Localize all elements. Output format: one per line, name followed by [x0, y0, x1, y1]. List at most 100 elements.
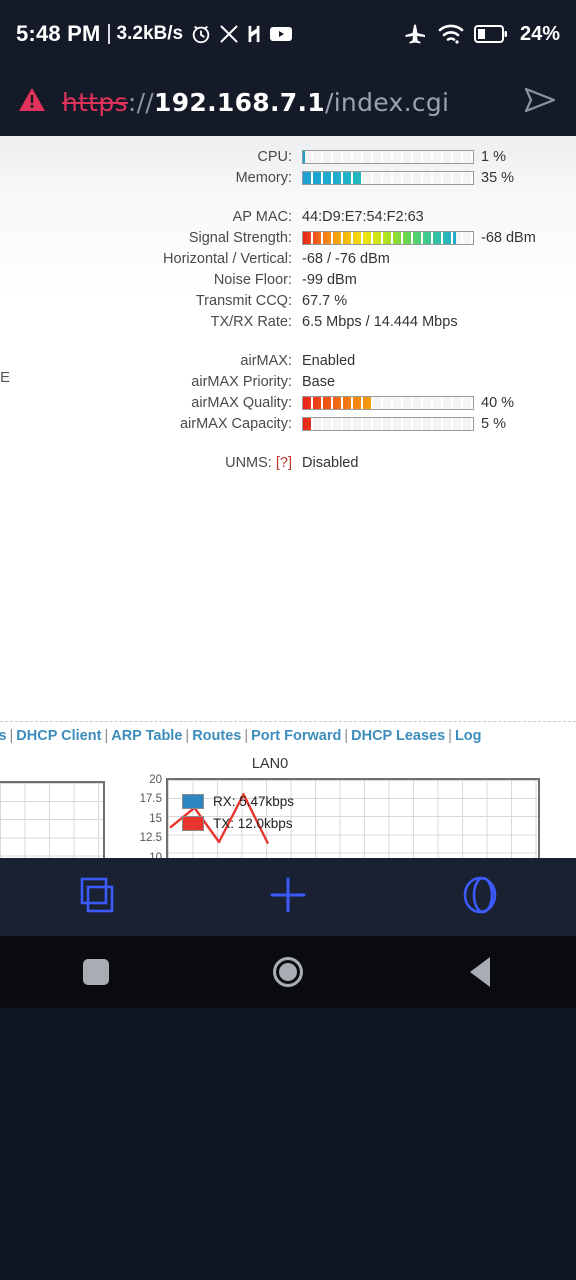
row-label: TX/RX Rate: — [210, 313, 292, 330]
row-label: Memory: — [235, 169, 292, 186]
row-label: Signal Strength: — [188, 229, 292, 246]
plus-icon — [266, 873, 310, 922]
chart-title: LAN0 — [251, 756, 289, 772]
status-bar-right: 24% — [404, 22, 560, 46]
airmax-capacity-value: 5 % — [481, 415, 506, 432]
new-tab-button[interactable] — [228, 873, 348, 922]
row-label: airMAX Priority: — [191, 373, 292, 390]
x-twitter-icon — [219, 24, 239, 44]
horizontal-vertical-value: -68 / -76 dBm — [302, 250, 390, 267]
nav-link-routes[interactable]: Routes — [192, 728, 241, 744]
row-value: 5 % — [302, 416, 506, 432]
legend-swatch-tx — [182, 815, 204, 831]
table-row: airMAX: Enabled — [0, 350, 576, 371]
table-row: AP MAC: 44:D9:E7:54:F2:63 — [0, 206, 576, 227]
home-circle-icon — [273, 957, 303, 987]
table-row: Horizontal / Vertical: -68 / -76 dBm — [0, 248, 576, 269]
legend-item-tx: TX: 12.0kbps — [182, 812, 294, 834]
ap-mac-value: 44:D9:E7:54:F2:63 — [302, 208, 424, 225]
url-host: 192.168.7.1 — [154, 87, 325, 117]
chart-body: 2017.51512.5107.552.5kbps 0 RX: 5.47kbps… — [130, 774, 550, 859]
nav-link-port-forward[interactable]: Port Forward — [251, 728, 341, 744]
tabs-button[interactable] — [36, 873, 156, 922]
status-bar-left: 5:48 PM 3.2kB/s — [16, 21, 293, 47]
row-label: airMAX Capacity: — [179, 415, 292, 432]
airmax-quality-bar — [302, 395, 474, 410]
lan0-traffic-chart: LAN0 2017.51512.5107.552.5kbps 0 RX: 5.4… — [130, 756, 550, 858]
cpu-progress-bar — [302, 149, 474, 164]
send-arrow-icon[interactable] — [522, 85, 558, 120]
row-spacer — [0, 434, 576, 452]
table-row: Transmit CCQ: 67.7 % — [0, 290, 576, 311]
legend-label-tx: TX: 12.0kbps — [213, 815, 293, 831]
row-label: Noise Floor: — [213, 271, 292, 288]
chart-y-axis: 2017.51512.5107.552.5kbps 0 — [130, 774, 166, 859]
back-triangle-icon — [470, 957, 490, 987]
memory-progress-bar — [302, 170, 474, 185]
table-row: airMAX Priority: Base — [0, 371, 576, 392]
row-label: Transmit CCQ: — [195, 292, 292, 309]
unms-label: UNMS: — [225, 454, 272, 471]
web-page-viewport[interactable]: E CPU: 1 % Memory: 35 % AP MAC: 44:D9:E7… — [0, 136, 576, 858]
chart-legend: RX: 5.47kbps TX: 12.0kbps — [182, 790, 294, 834]
y-axis-tick: 12.5 — [139, 832, 162, 845]
cpu-value: 1 % — [481, 148, 506, 165]
row-label: Horizontal / Vertical: — [163, 250, 292, 267]
row-label: CPU: — [257, 148, 292, 165]
recents-button[interactable] — [26, 959, 166, 985]
y-axis-tick: 10 — [149, 851, 162, 859]
secondary-traffic-chart — [0, 781, 105, 858]
legend-swatch-rx — [182, 793, 204, 809]
url-path: /index.cgi — [324, 87, 450, 117]
back-button[interactable] — [410, 957, 550, 987]
y-axis-tick: 20 — [149, 774, 162, 786]
clock: 5:48 PM — [16, 21, 101, 46]
legend-item-rx: RX: 5.47kbps — [182, 790, 294, 812]
wifi-icon — [438, 23, 464, 45]
insecure-warning-icon[interactable] — [18, 87, 46, 118]
nav-link-dhcp-client[interactable]: DHCP Client — [16, 728, 101, 744]
table-row: CPU: 1 % — [0, 146, 576, 167]
row-label: airMAX Quality: — [191, 394, 292, 411]
memory-value: 35 % — [481, 169, 515, 186]
recents-square-icon — [83, 959, 109, 985]
chart-plot-area: RX: 5.47kbps TX: 12.0kbps — [166, 778, 540, 858]
android-status-bar: 5:48 PM 3.2kB/s 24% — [0, 0, 576, 68]
airmax-capacity-bar — [302, 416, 474, 431]
nav-link-dhcp-leases[interactable]: DHCP Leases — [351, 728, 445, 744]
row-value: 40 % — [302, 395, 514, 411]
unms-help-link[interactable]: [?] — [276, 455, 292, 471]
chart-grid — [0, 783, 103, 858]
row-spacer — [0, 188, 576, 206]
row-label: UNMS: [?] — [0, 455, 302, 471]
url-display[interactable]: https://192.168.7.1/index.cgi — [62, 88, 506, 117]
row-value: 1 % — [302, 149, 506, 165]
noise-floor-value: -99 dBm — [302, 271, 357, 288]
signal-strength-bar — [302, 230, 474, 245]
airmax-value: Enabled — [302, 352, 356, 369]
airplane-mode-icon — [404, 22, 428, 46]
row-value: 35 % — [302, 170, 514, 186]
nav-link-log[interactable]: Log — [455, 728, 482, 744]
tabs-icon — [74, 873, 118, 922]
signal-strength-value: -68 dBm — [481, 229, 536, 246]
unms-value: Disabled — [302, 454, 359, 471]
browser-url-bar[interactable]: https://192.168.7.1/index.cgi — [0, 68, 576, 136]
home-button[interactable] — [218, 957, 358, 987]
app-icon — [246, 24, 262, 44]
device-status-table: CPU: 1 % Memory: 35 % AP MAC: 44:D9:E7:5… — [0, 136, 576, 473]
legend-label-rx: RX: 5.47kbps — [213, 793, 295, 809]
table-row: airMAX Quality: 40 % — [0, 392, 576, 413]
nav-link-interfaces[interactable]: Interfaces — [0, 728, 7, 744]
nav-link-arp-table[interactable]: ARP Table — [111, 728, 182, 744]
row-label: airMAX: — [240, 352, 292, 369]
transmit-ccq-value: 67.7 % — [302, 292, 348, 309]
airmax-quality-value: 40 % — [481, 394, 515, 411]
battery-percent: 24% — [519, 22, 560, 45]
table-row: Signal Strength: -68 dBm — [0, 227, 576, 248]
opera-menu-button[interactable] — [420, 871, 540, 924]
y-axis-tick: 17.5 — [139, 793, 162, 806]
row-value: -68 dBm — [302, 230, 536, 246]
section-divider — [0, 721, 576, 722]
table-row: TX/RX Rate: 6.5 Mbps / 14.444 Mbps — [0, 311, 576, 332]
